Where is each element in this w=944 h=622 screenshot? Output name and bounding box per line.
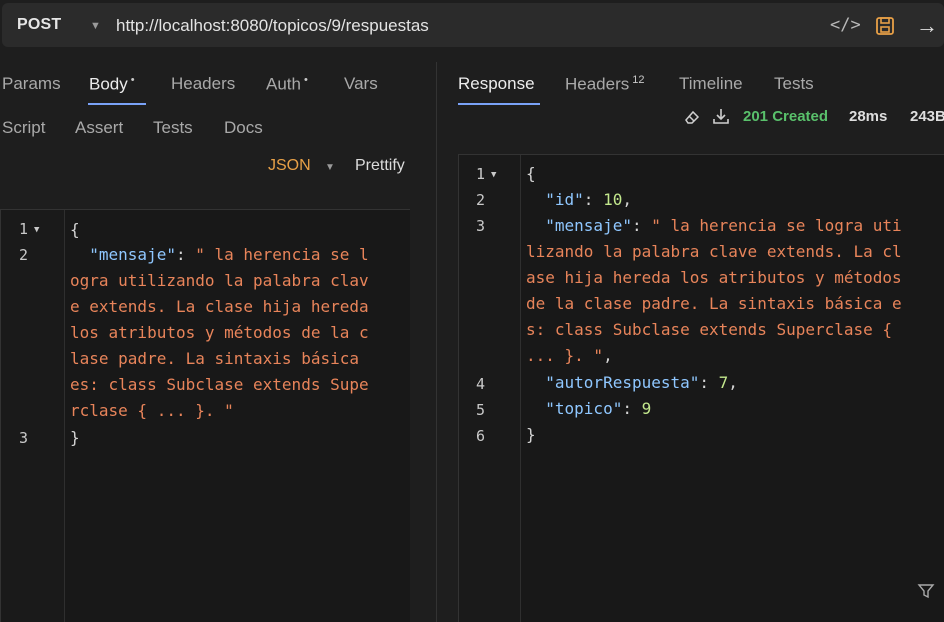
json-brace: } — [70, 428, 80, 447]
tab-tests[interactable]: Tests — [153, 118, 193, 138]
json-line: "mensaje": " la herencia se l — [89, 245, 369, 264]
method-select[interactable]: POST — [17, 16, 61, 34]
tab-auth-marker: • — [303, 74, 308, 86]
line-gutter — [459, 155, 521, 622]
json-brace: { — [526, 164, 536, 183]
json-string: " la herencia se logra uti — [651, 216, 902, 235]
json-brace: { — [70, 220, 80, 239]
tab-docs[interactable]: Docs — [224, 118, 263, 138]
line-number: 6 — [476, 427, 486, 445]
json-number: 7 — [718, 373, 729, 392]
tab-params[interactable]: Params — [2, 74, 61, 94]
tab-auth[interactable]: Auth • — [266, 74, 308, 95]
json-key: "autorRespuesta" — [545, 373, 700, 392]
line-number: 2 — [19, 246, 29, 264]
fold-caret-icon[interactable]: ▼ — [491, 170, 496, 180]
send-arrow-icon[interactable]: → — [916, 13, 938, 39]
line-number: 5 — [476, 401, 486, 419]
tab-response-headers[interactable]: Headers 12 — [565, 74, 645, 95]
line-number: 3 — [19, 429, 29, 447]
json-number: 10 — [603, 190, 623, 209]
line-gutter — [1, 210, 65, 622]
json-number: 9 — [641, 399, 652, 418]
json-string: es: class Subclase extends Supe — [70, 375, 369, 394]
json-line: "autorRespuesta": 7, — [545, 373, 738, 392]
tab-body-underline — [88, 103, 146, 105]
tab-response[interactable]: Response — [458, 74, 535, 94]
tab-headers[interactable]: Headers — [171, 74, 235, 94]
json-string: lase padre. La sintaxis básica — [70, 349, 359, 368]
tab-response-underline — [458, 103, 540, 105]
json-key: "mensaje" — [545, 216, 632, 235]
json-key: "topico" — [545, 399, 623, 418]
line-number: 1 ▼ — [476, 165, 497, 183]
json-string: e extends. La clase hija hereda — [70, 297, 369, 316]
url-input[interactable]: http://localhost:8080/topicos/9/respuest… — [116, 16, 429, 36]
line-number: 2 — [476, 191, 486, 209]
json-line: ... }. ", — [526, 346, 613, 365]
json-string: " la herencia se l — [195, 245, 369, 264]
request-body-editor[interactable]: 1 ▼ 2 3 { "mensaje": " la herencia se l o… — [0, 209, 410, 622]
json-string: rclase { ... }. " — [70, 401, 234, 420]
json-string: los atributos y métodos de la c — [70, 323, 369, 342]
json-string: s: class Subclase extends Superclase { — [526, 320, 893, 339]
line-number: 4 — [476, 375, 486, 393]
line-number: 3 — [476, 217, 486, 235]
url-bar: POST ▼ http://localhost:8080/topicos/9/r… — [2, 3, 944, 47]
chevron-down-icon[interactable]: ▼ — [325, 162, 335, 173]
json-key: "mensaje" — [89, 245, 176, 264]
json-line: "topico": 9 — [545, 399, 652, 418]
response-time: 28ms — [849, 108, 888, 125]
json-string: ogra utilizando la palabra clav — [70, 271, 369, 290]
tab-script[interactable]: Script — [2, 118, 45, 138]
line-number: 1 ▼ — [19, 220, 40, 238]
status-badge: 201 Created — [743, 108, 829, 125]
json-brace: } — [526, 425, 536, 444]
response-body-viewer[interactable]: 1 ▼ 2 3 4 5 6 { "id": 10, "mensaje": " la… — [458, 154, 944, 622]
tab-response-tests[interactable]: Tests — [774, 74, 814, 94]
json-string: ... }. " — [526, 346, 604, 365]
tab-timeline[interactable]: Timeline — [679, 74, 743, 94]
headers-count-badge: 12 — [632, 74, 645, 86]
tab-response-headers-label: Headers — [565, 74, 630, 94]
json-line: "mensaje": " la herencia se logra uti — [545, 216, 902, 235]
response-size: 243B — [910, 108, 944, 125]
url-bar-container: POST ▼ http://localhost:8080/topicos/9/r… — [0, 0, 944, 48]
json-string: de la clase padre. La sintaxis básica e — [526, 294, 902, 313]
pane-divider[interactable] — [436, 62, 437, 622]
json-line: "id": 10, — [545, 190, 632, 209]
tab-body-marker: • — [130, 74, 135, 86]
tab-auth-label: Auth — [266, 74, 301, 94]
tab-vars[interactable]: Vars — [344, 74, 378, 94]
body-mode-select[interactable]: JSON — [268, 157, 311, 175]
save-icon[interactable] — [875, 16, 895, 36]
eraser-icon[interactable] — [683, 108, 701, 126]
json-string: lizando la palabra clave extends. La cl — [526, 242, 902, 261]
prettify-button[interactable]: Prettify — [355, 157, 405, 175]
fold-caret-icon[interactable]: ▼ — [34, 225, 39, 235]
json-string: ase hija hereda los atributos y métodos — [526, 268, 902, 287]
filter-icon[interactable] — [917, 582, 935, 600]
tab-body[interactable]: Body • — [89, 74, 135, 95]
download-icon[interactable] — [712, 107, 730, 125]
tab-assert[interactable]: Assert — [75, 118, 123, 138]
tab-body-label: Body — [89, 74, 128, 94]
chevron-down-icon[interactable]: ▼ — [90, 20, 101, 32]
json-key: "id" — [545, 190, 584, 209]
code-icon[interactable]: </> — [830, 15, 861, 35]
